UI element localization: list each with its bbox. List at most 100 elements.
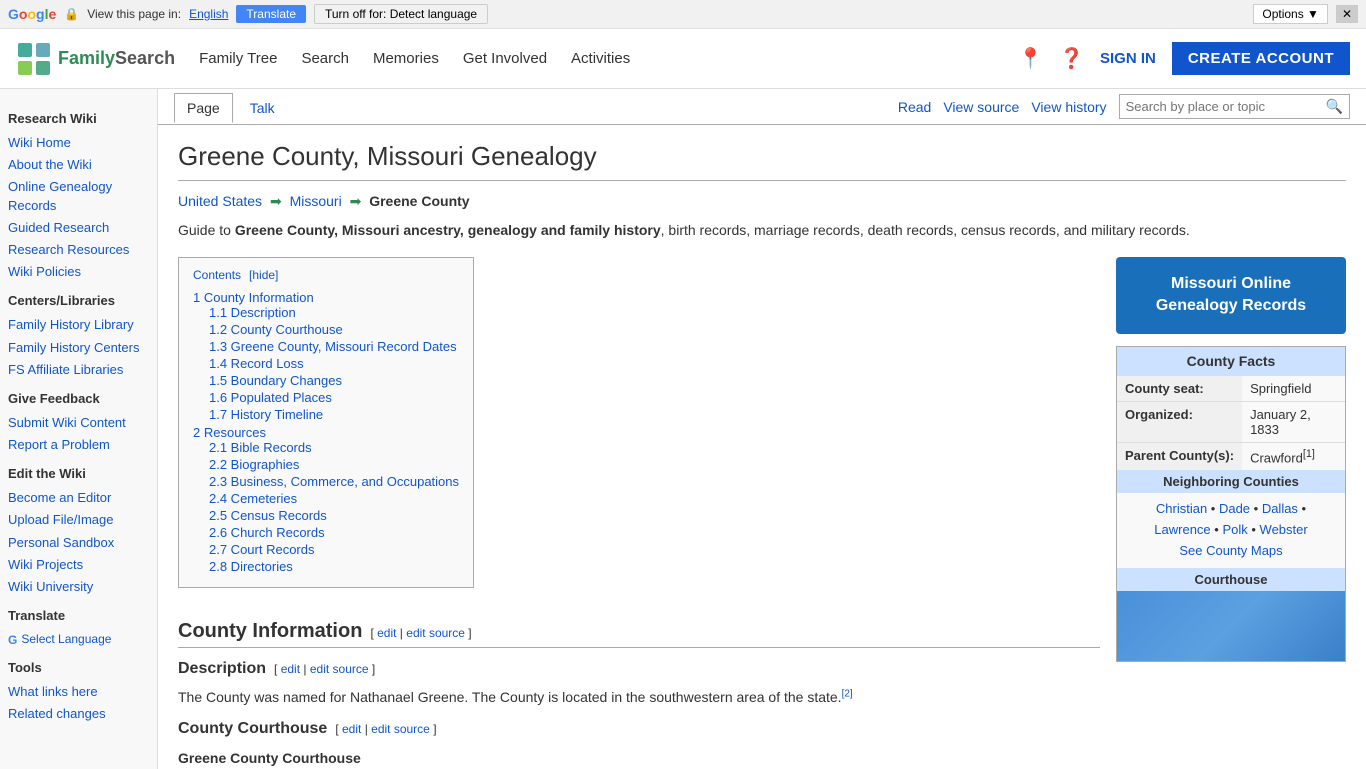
edit-source-courthouse[interactable]: edit source <box>371 722 430 736</box>
sign-in-button[interactable]: SIGN IN <box>1100 50 1156 67</box>
sidebar-item-submit[interactable]: Submit Wiki Content <box>8 412 149 434</box>
sidebar-item-about[interactable]: About the Wiki <box>8 154 149 176</box>
toc-2-6[interactable]: 2.6 Church Records <box>209 525 325 540</box>
toc-1-3[interactable]: 1.3 Greene County, Missouri Record Dates <box>209 339 457 354</box>
sidebar-item-what-links-here[interactable]: What links here <box>8 681 149 703</box>
toc-1-4[interactable]: 1.4 Record Loss <box>209 356 304 371</box>
toc-2-7[interactable]: 2.7 Court Records <box>209 542 315 557</box>
nav-activities[interactable]: Activities <box>571 46 630 71</box>
logo-text: FamilySearch <box>58 48 175 69</box>
infobox-row-parent: Parent County(s): Crawford[1] <box>1117 442 1345 470</box>
toc-2-8[interactable]: 2.8 Directories <box>209 559 293 574</box>
contents-hide[interactable]: [hide] <box>249 268 278 282</box>
toc-1-7[interactable]: 1.7 History Timeline <box>209 407 323 422</box>
options-button[interactable]: Options ▼ <box>1253 4 1328 24</box>
location-icon[interactable]: 📍 <box>1018 46 1043 71</box>
familysearch-logo-icon <box>16 41 52 77</box>
lock-icon: 🔒 <box>64 7 79 21</box>
breadcrumb-current: Greene County <box>369 193 469 209</box>
toc-2-5[interactable]: 2.5 Census Records <box>209 508 327 523</box>
sidebar-item-genealogy-records[interactable]: Online Genealogy Records <box>8 176 149 216</box>
page-layout: Research Wiki Wiki Home About the Wiki O… <box>0 89 1366 769</box>
toc-1-5[interactable]: 1.5 Boundary Changes <box>209 373 342 388</box>
see-county-maps[interactable]: See County Maps <box>1179 543 1282 558</box>
infobox-table: County seat: Springfield Organized: Janu… <box>1117 375 1345 470</box>
main-nav: Family Tree Search Memories Get Involved… <box>199 46 1018 71</box>
nav-family-tree[interactable]: Family Tree <box>199 46 277 71</box>
edit-county-info[interactable]: edit <box>377 626 396 640</box>
edit-source-description[interactable]: edit source <box>310 662 369 676</box>
language-link[interactable]: English <box>189 7 228 21</box>
turnoff-button[interactable]: Turn off for: Detect language <box>314 4 488 24</box>
translate-button[interactable]: Translate <box>236 5 306 23</box>
sidebar-item-wiki-home[interactable]: Wiki Home <box>8 132 149 154</box>
sidebar-item-research-resources[interactable]: Research Resources <box>8 239 149 261</box>
subsection-description-title: Description <box>178 660 266 678</box>
nav-get-involved[interactable]: Get Involved <box>463 46 547 71</box>
wiki-tabs: Page Talk Read View source View history … <box>158 89 1366 125</box>
infobox-courthouse-title: Courthouse <box>1117 568 1345 591</box>
toc-1-1[interactable]: 1.1 Description <box>209 305 296 320</box>
tab-talk[interactable]: Talk <box>237 93 288 123</box>
sidebar-item-fhc[interactable]: Family History Centers <box>8 337 149 359</box>
sidebar-item-sandbox[interactable]: Personal Sandbox <box>8 532 149 554</box>
neighbor-dallas[interactable]: Dallas <box>1262 501 1298 516</box>
edit-courthouse[interactable]: edit <box>342 722 361 736</box>
sidebar-item-fhl[interactable]: Family History Library <box>8 314 149 336</box>
sidebar-item-affiliate[interactable]: FS Affiliate Libraries <box>8 359 149 381</box>
help-icon[interactable]: ❓ <box>1059 46 1084 71</box>
article-body: Greene County, Missouri Genealogy United… <box>158 125 1366 769</box>
nav-search[interactable]: Search <box>301 46 349 71</box>
neighbor-dade[interactable]: Dade <box>1219 501 1250 516</box>
breadcrumb-us[interactable]: United States <box>178 193 262 209</box>
toc-1-2[interactable]: 1.2 County Courthouse <box>209 322 343 337</box>
sidebar-item-report[interactable]: Report a Problem <box>8 434 149 456</box>
nav-memories[interactable]: Memories <box>373 46 439 71</box>
sidebar-item-become-editor[interactable]: Become an Editor <box>8 487 149 509</box>
subsection-description-edit: [ edit | edit source ] <box>274 662 375 676</box>
contents-sub-2: 2.1 Bible Records 2.2 Biographies 2.3 Bu… <box>209 440 459 574</box>
breadcrumb-missouri[interactable]: Missouri <box>290 193 342 209</box>
edit-source-county-info[interactable]: edit source <box>406 626 465 640</box>
neighbor-webster[interactable]: Webster <box>1260 522 1308 537</box>
neighbor-lawrence[interactable]: Lawrence <box>1154 522 1210 537</box>
toc-2-2[interactable]: 2.2 Biographies <box>209 457 299 472</box>
neighbor-christian[interactable]: Christian <box>1156 501 1207 516</box>
tab-read[interactable]: Read <box>898 99 931 115</box>
toc-1-6[interactable]: 1.6 Populated Places <box>209 390 332 405</box>
sidebar-item-guided-research[interactable]: Guided Research <box>8 217 149 239</box>
subsection-courthouse-edit: [ edit | edit source ] <box>335 722 436 736</box>
tab-view-source[interactable]: View source <box>943 99 1019 115</box>
close-translate-button[interactable]: ✕ <box>1336 5 1358 23</box>
toc-2-4[interactable]: 2.4 Cemeteries <box>209 491 297 506</box>
ref-2[interactable]: [2] <box>842 688 853 699</box>
search-input[interactable] <box>1126 99 1326 114</box>
infobox-parent-link[interactable]: Crawford <box>1250 450 1303 465</box>
sidebar-item-upload[interactable]: Upload File/Image <box>8 509 149 531</box>
infobox-parent-ref[interactable]: [1] <box>1303 448 1315 460</box>
contents-label: Contents <box>193 268 241 282</box>
create-account-button[interactable]: CREATE ACCOUNT <box>1172 42 1350 75</box>
sidebar: Research Wiki Wiki Home About the Wiki O… <box>0 89 158 769</box>
sidebar-item-related-changes[interactable]: Related changes <box>8 703 149 725</box>
toc-1[interactable]: 1 County Information <box>193 290 314 305</box>
sidebar-item-wiki-university[interactable]: Wiki University <box>8 576 149 598</box>
neighbor-polk[interactable]: Polk <box>1222 522 1247 537</box>
sidebar-item-select-language[interactable]: Select Language <box>21 629 111 650</box>
sidebar-centers-title: Centers/Libraries <box>8 293 149 308</box>
sidebar-item-wiki-projects[interactable]: Wiki Projects <box>8 554 149 576</box>
article-left: Contents [hide] 1 County Information 1.1… <box>178 257 1100 769</box>
edit-description[interactable]: edit <box>281 662 300 676</box>
search-button[interactable]: 🔍 <box>1326 98 1343 115</box>
sidebar-item-wiki-policies[interactable]: Wiki Policies <box>8 261 149 283</box>
logo-link[interactable]: FamilySearch <box>16 41 175 77</box>
tab-page[interactable]: Page <box>174 93 233 123</box>
tab-view-history[interactable]: View history <box>1031 99 1106 115</box>
section-county-info: County Information [ edit | edit source … <box>178 620 1100 648</box>
infobox-parent-value: Crawford[1] <box>1242 442 1345 470</box>
missouri-button[interactable]: Missouri Online Genealogy Records <box>1116 257 1346 334</box>
toc-2-3[interactable]: 2.3 Business, Commerce, and Occupations <box>209 474 459 489</box>
google-g-icon: G <box>8 633 17 647</box>
toc-2-1[interactable]: 2.1 Bible Records <box>209 440 312 455</box>
toc-2[interactable]: 2 Resources <box>193 425 266 440</box>
